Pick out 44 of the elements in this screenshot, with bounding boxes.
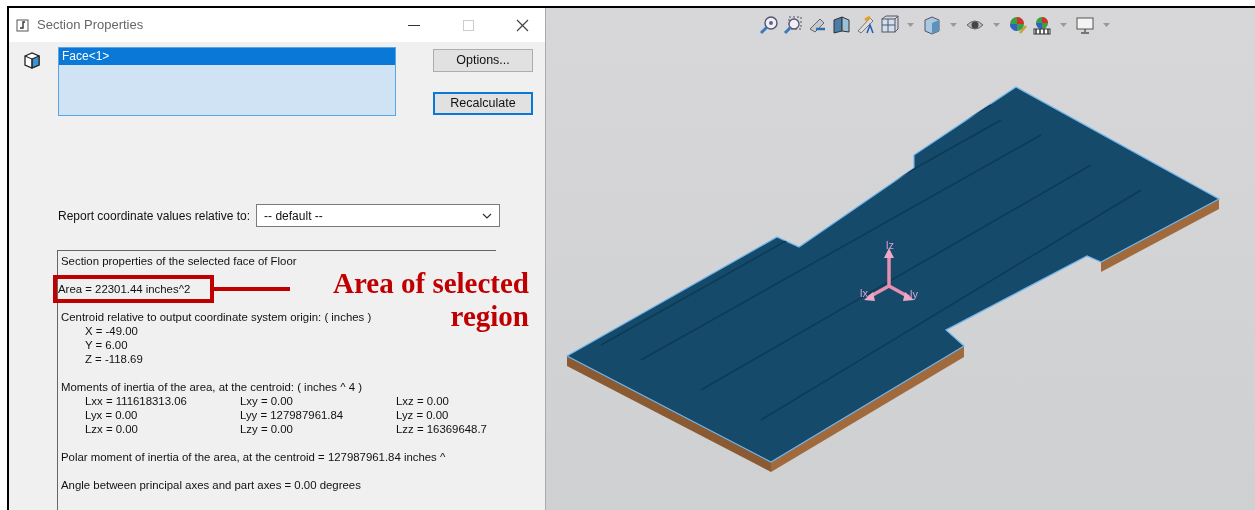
color-sphere-icon[interactable]: [1008, 15, 1028, 35]
result-line: Y = 6.00: [84, 338, 129, 352]
result-line: Section properties of the selected face of Floor: [61, 254, 298, 268]
window-title: Section Properties: [37, 16, 145, 35]
result-value: Lyz = 0.00: [396, 408, 450, 422]
window-icon: [16, 18, 29, 32]
dialog-button[interactable]: Options...: [433, 49, 533, 72]
monitor-icon[interactable]: [1075, 15, 1095, 35]
report-label: Report coordinate values relative to:: [58, 207, 251, 225]
dialog-button[interactable]: Recalculate: [433, 92, 533, 115]
axis-label: lx: [860, 287, 868, 299]
result-value: Lzz = 16369648.7: [396, 422, 488, 436]
result-value: Lxx = 111618313.06: [85, 394, 188, 408]
result-value: Lxy = 0.00: [240, 394, 294, 408]
axis-label: lz: [886, 239, 894, 251]
axis-label: ly: [910, 288, 918, 300]
annotation-text: region: [450, 300, 529, 333]
result-line: Polar moment of inertia of the area, at the centroid = 127987961.84 inches ^: [61, 450, 447, 464]
selection-list[interactable]: Face<1>: [58, 47, 396, 116]
result-line: Z = -118.69: [84, 352, 144, 366]
close-icon: [515, 18, 529, 32]
zoom-area-icon[interactable]: [783, 15, 803, 35]
result-line: Area = 22301.44 inches^2: [58, 283, 191, 295]
minimize-icon: [408, 24, 420, 26]
maximize-icon: [462, 19, 474, 31]
zoom-fit-icon[interactable]: [759, 15, 779, 35]
selection-item[interactable]: Face<1>: [59, 48, 395, 65]
result-value: Lyy = 127987961.84: [240, 408, 345, 422]
result-value: Lzx = 0.00: [85, 422, 139, 436]
result-line: X = -49.00: [84, 324, 139, 338]
cube-icon[interactable]: [922, 15, 942, 35]
coordinate-dropdown[interactable]: -- default --: [256, 204, 501, 227]
scene-icon[interactable]: [1032, 15, 1052, 35]
result-value: Lxz = 0.00: [396, 394, 450, 408]
view-orientation-icon[interactable]: [879, 15, 899, 35]
result-value: Lyx = 0.00: [85, 408, 139, 422]
cube-icon: [23, 51, 41, 70]
annotation-text: Area of selected: [333, 267, 529, 300]
result-line: Angle between principal axes and part axes = 0.00 degrees: [61, 478, 362, 492]
chevron-icon: [482, 212, 493, 219]
section-view-icon[interactable]: [831, 15, 851, 35]
result-value: Lzy = 0.00: [240, 422, 294, 436]
annotation-view-icon[interactable]: [855, 15, 875, 35]
result-line: Moments of inertia of the area, at the centroid: ( inches ^ 4 ): [61, 380, 364, 394]
